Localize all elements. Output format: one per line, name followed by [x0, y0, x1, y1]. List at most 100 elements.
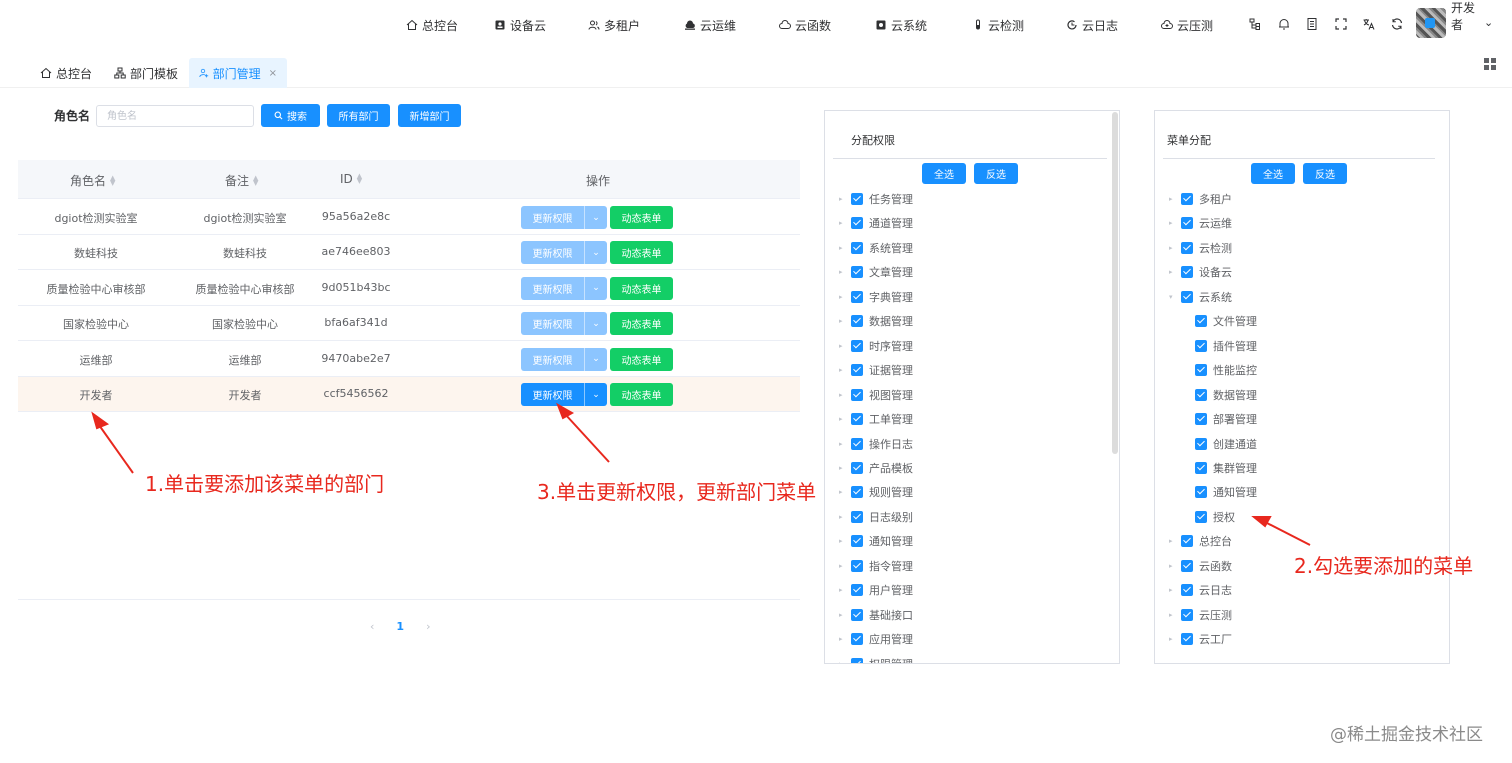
sort-icon[interactable]: ▲ ▼	[357, 173, 362, 185]
invert-selection-button[interactable]: 反选	[974, 163, 1018, 184]
tree-item[interactable]: ▸ 时序管理	[839, 337, 913, 355]
add-department-button[interactable]: 新增部门	[398, 104, 461, 127]
checkbox[interactable]	[1181, 559, 1193, 572]
caret-right-icon[interactable]: ▸	[1169, 635, 1181, 643]
refresh-icon[interactable]	[1390, 17, 1404, 31]
caret-right-icon[interactable]: ▸	[1169, 244, 1181, 252]
tree-item[interactable]: ▸ 云检测	[1169, 239, 1232, 257]
chevron-down-icon[interactable]: ⌄	[585, 277, 607, 300]
checkbox[interactable]	[1181, 535, 1193, 548]
dynamic-form-button[interactable]: 动态表单	[610, 347, 673, 371]
checkbox[interactable]	[1181, 608, 1193, 621]
checkbox[interactable]	[851, 290, 863, 303]
checkbox[interactable]	[851, 266, 863, 279]
dynamic-form-button[interactable]: 动态表单	[610, 383, 673, 406]
tree-item[interactable]: ▸ 规则管理	[839, 483, 913, 501]
checkbox[interactable]	[1195, 388, 1207, 401]
dynamic-form-button[interactable]: 动态表单	[610, 241, 673, 265]
nav-item-cloud-ops[interactable]: 云运维	[684, 16, 736, 34]
tree-item[interactable]: ▸ 通知管理	[839, 532, 913, 550]
tree-item[interactable]: ▸ 文章管理	[839, 263, 913, 281]
checkbox[interactable]	[1195, 315, 1207, 328]
tree-item[interactable]: ▸ 日志级别	[839, 508, 913, 526]
caret-right-icon[interactable]: ▸	[839, 586, 851, 594]
checkbox[interactable]	[851, 461, 863, 474]
table-row[interactable]: 运维部 运维部 9470abe2e7 更新权限 ⌄ 动态表单	[18, 342, 800, 377]
user-name[interactable]: 开发者	[1451, 0, 1475, 34]
checkbox[interactable]	[1195, 339, 1207, 352]
checkbox[interactable]	[1181, 193, 1193, 205]
tree-item[interactable]: ▸ 多租户	[1169, 190, 1232, 208]
checkbox[interactable]	[851, 608, 863, 621]
column-header-name[interactable]: 角色名 ▲ ▼	[70, 172, 115, 189]
checkbox[interactable]	[851, 559, 863, 572]
page-number[interactable]: 1	[396, 620, 404, 633]
chevron-down-icon[interactable]: ⌄	[585, 312, 607, 335]
dynamic-form-button[interactable]: 动态表单	[610, 312, 673, 336]
nav-item-multi-tenant[interactable]: 多租户	[588, 16, 640, 34]
tree-item[interactable]: ▸ 通道管理	[839, 214, 913, 232]
grid-icon[interactable]	[1484, 58, 1496, 70]
nav-item-cloud-function[interactable]: 云函数	[779, 16, 831, 34]
caret-right-icon[interactable]: ▸	[839, 415, 851, 423]
update-permission-button[interactable]: 更新权限 ⌄	[521, 206, 607, 229]
caret-right-icon[interactable]: ▸	[1169, 195, 1181, 203]
update-permission-button[interactable]: 更新权限 ⌄	[521, 312, 607, 336]
tree-item[interactable]: ▸ 云工厂	[1169, 630, 1232, 648]
chevron-down-icon[interactable]: ⌄	[585, 348, 607, 371]
tree-item[interactable]: ▸ 操作日志	[839, 435, 913, 453]
caret-right-icon[interactable]: ▸	[839, 488, 851, 496]
tree-item[interactable]: 创建通道	[1183, 435, 1257, 453]
column-header-id[interactable]: ID ▲ ▼	[340, 172, 362, 186]
caret-right-icon[interactable]: ▸	[1169, 611, 1181, 619]
tree-item[interactable]: 集群管理	[1183, 459, 1257, 477]
tree-item[interactable]: ▸ 云日志	[1169, 581, 1232, 599]
tree-item[interactable]: ▸ 视图管理	[839, 386, 913, 404]
checkbox[interactable]	[1195, 437, 1207, 450]
select-all-button[interactable]: 全选	[922, 163, 966, 184]
nav-item-cloud-system[interactable]: 云系统	[875, 16, 927, 34]
tree-item[interactable]: ▸ 用户管理	[839, 581, 913, 599]
tree-item[interactable]: ▸ 产品模板	[839, 459, 913, 477]
translate-icon[interactable]	[1362, 17, 1376, 31]
tree-item[interactable]: ▸ 数据管理	[839, 312, 913, 330]
all-departments-button[interactable]: 所有部门	[327, 104, 390, 127]
caret-right-icon[interactable]: ▸	[839, 244, 851, 252]
sitemap-icon[interactable]	[1248, 17, 1262, 31]
nav-item-cloud-stress[interactable]: 云压测	[1161, 16, 1213, 34]
chevron-down-icon[interactable]: ⌄	[585, 241, 607, 264]
close-icon[interactable]: ×	[269, 68, 277, 79]
checkbox[interactable]	[851, 193, 863, 205]
table-row[interactable]: 开发者 开发者 ccf5456562 更新权限 ⌄ 动态表单	[18, 377, 800, 412]
column-header-remark[interactable]: 备注 ▲ ▼	[225, 172, 258, 189]
caret-right-icon[interactable]: ▸	[839, 440, 851, 448]
tree-item[interactable]: ▸ 云压测	[1169, 606, 1232, 624]
tree-item[interactable]: ▸ 指令管理	[839, 557, 913, 575]
nav-item-cloud-log[interactable]: 云日志	[1066, 16, 1118, 34]
update-permission-button[interactable]: 更新权限 ⌄	[521, 383, 607, 406]
tree-item[interactable]: ▾ 云系统	[1169, 288, 1232, 306]
sort-icon[interactable]: ▲ ▼	[253, 174, 258, 186]
checkbox[interactable]	[851, 633, 863, 646]
tree-item[interactable]: 部署管理	[1183, 410, 1257, 428]
tree-item[interactable]: ▸ 字典管理	[839, 288, 913, 306]
checkbox[interactable]	[1195, 364, 1207, 377]
caret-right-icon[interactable]: ▸	[1169, 268, 1181, 276]
checkbox[interactable]	[851, 510, 863, 523]
checkbox[interactable]	[851, 437, 863, 450]
dynamic-form-button[interactable]: 动态表单	[610, 206, 673, 229]
chevron-down-icon[interactable]: ⌄	[585, 383, 607, 406]
checkbox[interactable]	[851, 535, 863, 548]
checkbox[interactable]	[1181, 290, 1193, 303]
tree-item[interactable]: 授权	[1183, 508, 1235, 526]
update-permission-button[interactable]: 更新权限 ⌄	[521, 276, 607, 300]
checkbox[interactable]	[1181, 584, 1193, 597]
checkbox[interactable]	[851, 584, 863, 597]
nav-item-dashboard[interactable]: 总控台	[406, 16, 458, 34]
checkbox[interactable]	[851, 339, 863, 352]
tree-item[interactable]: ▸ 设备云	[1169, 263, 1232, 281]
bell-icon[interactable]	[1277, 17, 1291, 31]
tree-item[interactable]: 性能监控	[1183, 361, 1257, 379]
checkbox[interactable]	[1195, 461, 1207, 474]
dynamic-form-button[interactable]: 动态表单	[610, 276, 673, 300]
